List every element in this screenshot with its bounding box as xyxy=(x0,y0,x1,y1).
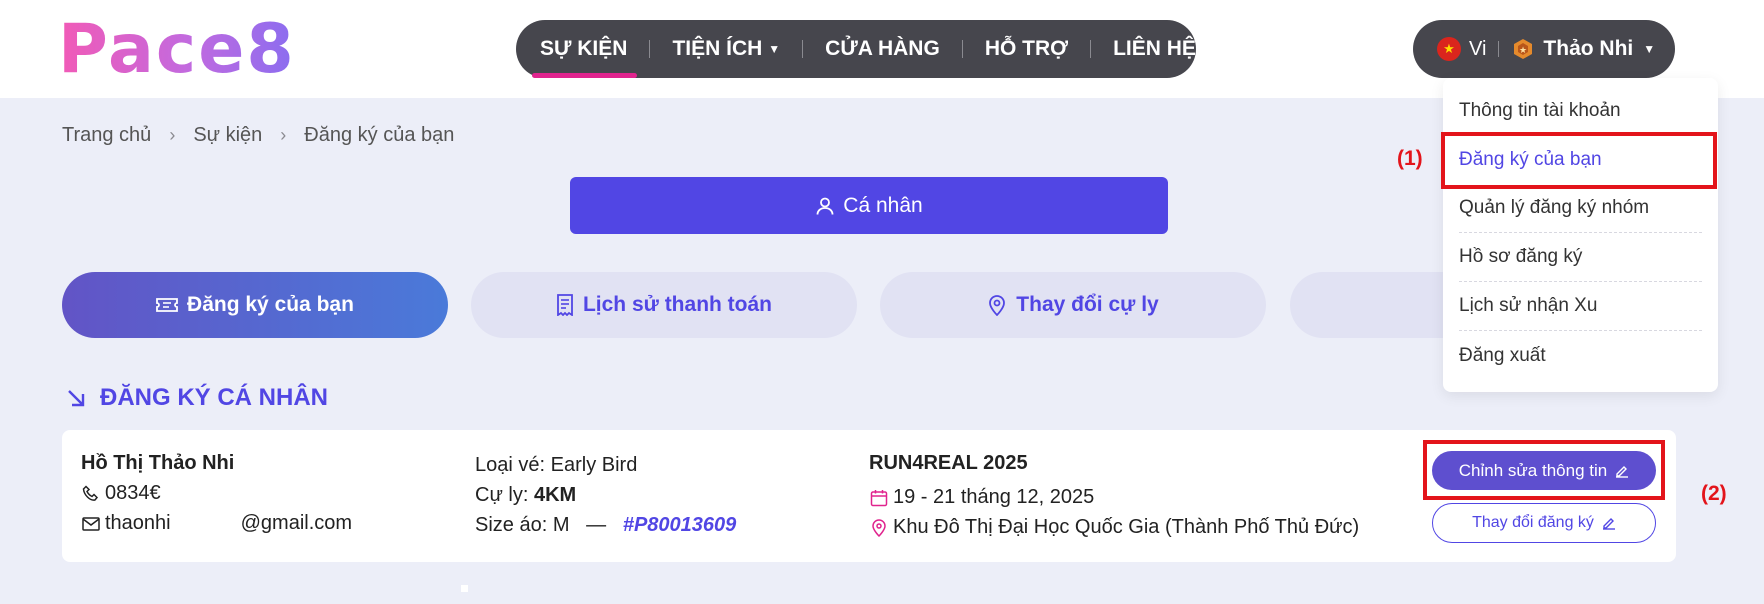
calendar-icon xyxy=(870,489,888,506)
user-dropdown-menu: Thông tin tài khoản Đăng ký của bạn Quản… xyxy=(1443,78,1718,392)
nav-label: HỖ TRỢ xyxy=(984,37,1069,60)
nav-divider xyxy=(961,40,963,58)
user-nav-divider xyxy=(1498,41,1500,57)
menu-item-group-registration[interactable]: Quản lý đăng ký nhóm xyxy=(1459,184,1702,233)
nav-label: SỰ KIỆN xyxy=(540,37,628,60)
nav-su-kien[interactable]: SỰ KIỆN xyxy=(531,37,638,78)
nav-divider xyxy=(802,40,804,58)
ticket-type-label: Loại vé: xyxy=(475,454,546,476)
email-row: thaonhi @gmail.com xyxy=(81,512,352,535)
nav-label: TIỆN ÍCH xyxy=(672,37,763,60)
breadcrumb-current: Đăng ký của bạn xyxy=(304,124,455,146)
event-location-row: Khu Đô Thị Đại Học Quốc Gia (Thành Phố T… xyxy=(869,516,1359,539)
user-icon xyxy=(816,197,834,215)
section-title: ĐĂNG KÝ CÁ NHÂN xyxy=(66,384,328,412)
ticket-code: #P80013609 xyxy=(622,514,737,536)
mail-icon xyxy=(82,516,100,531)
size-label: Size áo: xyxy=(475,514,548,536)
user-rank-badge-icon: ★ xyxy=(1511,37,1535,61)
pencil-icon xyxy=(1602,518,1615,530)
chevron-right-icon: › xyxy=(280,125,287,145)
arrow-down-right-icon xyxy=(68,390,85,407)
user-nav: ★ Vi ★ Thảo Nhi ▼ xyxy=(1413,20,1675,78)
size-value: M xyxy=(552,514,570,536)
chevron-right-icon: › xyxy=(169,125,176,145)
personal-button[interactable]: Cá nhân xyxy=(570,177,1168,234)
size-dash: — xyxy=(586,514,607,536)
tab-label: Đăng ký của bạn xyxy=(187,293,354,316)
breadcrumb-events[interactable]: Sự kiện xyxy=(193,124,262,147)
map-pin-icon xyxy=(872,518,886,537)
tab-label: Thay đổi cự ly xyxy=(1016,293,1159,316)
nav-divider xyxy=(1090,40,1092,58)
menu-item-xu-history[interactable]: Lịch sử nhận Xu xyxy=(1459,282,1702,331)
tab-label: Lịch sử thanh toán xyxy=(582,293,773,316)
annotation-1: (1) xyxy=(1397,147,1423,170)
language-selector[interactable]: Vi xyxy=(1469,38,1486,61)
ticket-type-row: Loại vé: Early Bird xyxy=(475,454,637,477)
location-icon xyxy=(989,295,1006,316)
email-prefix: thaonhi xyxy=(105,512,171,534)
pace8-logo[interactable]: Pace8 xyxy=(58,14,296,86)
chevron-down-icon: ▼ xyxy=(768,42,781,56)
size-row: Size áo: M — #P80013609 xyxy=(475,514,736,537)
event-name: RUN4REAL 2025 xyxy=(869,452,1028,474)
vietnam-flag-icon[interactable]: ★ xyxy=(1437,37,1461,61)
nav-lien-he[interactable]: LIÊN HỆ xyxy=(1113,37,1196,61)
distance-row: Cự ly: 4KM xyxy=(475,484,576,507)
nav-ho-tro[interactable]: HỖ TRỢ xyxy=(985,37,1068,61)
change-registration-label: Thay đổi đăng ký xyxy=(1472,514,1594,531)
tab-thay-doi-cu-ly[interactable]: Thay đổi cự ly xyxy=(880,272,1266,338)
event-location: Khu Đô Thị Đại Học Quốc Gia (Thành Phố T… xyxy=(893,516,1360,538)
ticket-type-value: Early Bird xyxy=(550,454,638,476)
phone-number: 0834€ xyxy=(105,482,161,504)
receipt-icon xyxy=(557,294,573,316)
change-registration-button[interactable]: Thay đổi đăng ký xyxy=(1432,503,1656,543)
breadcrumb: Trang chủ › Sự kiện › Đăng ký của bạn xyxy=(62,124,454,147)
nav-cua-hang[interactable]: CỬA HÀNG xyxy=(825,37,940,61)
tab-lich-su-thanh-toan[interactable]: Lịch sử thanh toán xyxy=(471,272,857,338)
nav-label: LIÊN HỆ xyxy=(1113,37,1196,60)
phone-row: 0834€ xyxy=(81,482,161,505)
highlight-box-2 xyxy=(1423,440,1665,500)
ticket-icon xyxy=(156,298,178,312)
tab-dang-ky-cua-ban[interactable]: Đăng ký của bạn xyxy=(62,272,448,338)
menu-item-registration-profile[interactable]: Hồ sơ đăng ký xyxy=(1459,233,1702,282)
email-suffix: @gmail.com xyxy=(240,512,353,534)
menu-item-logout[interactable]: Đăng xuất xyxy=(1459,331,1702,380)
registrant-name: Hồ Thị Thảo Nhi xyxy=(81,452,235,474)
event-date-row: 19 - 21 tháng 12, 2025 xyxy=(869,486,1094,509)
menu-item-account-info[interactable]: Thông tin tài khoản xyxy=(1459,86,1702,135)
annotation-2: (2) xyxy=(1701,482,1727,505)
personal-button-label: Cá nhân xyxy=(843,193,923,217)
pagination-dot xyxy=(461,585,468,592)
main-nav: SỰ KIỆN TIỆN ÍCH ▼ CỬA HÀNG HỖ TRỢ LIÊN H… xyxy=(516,20,1196,78)
breadcrumb-home[interactable]: Trang chủ xyxy=(62,124,151,147)
nav-tien-ich[interactable]: TIỆN ÍCH ▼ xyxy=(672,37,780,61)
section-title-text: ĐĂNG KÝ CÁ NHÂN xyxy=(100,384,328,411)
highlight-box-1 xyxy=(1441,132,1717,189)
distance-value: 4KM xyxy=(533,484,577,506)
chevron-down-icon[interactable]: ▼ xyxy=(1643,42,1655,56)
user-menu-toggle[interactable]: Thảo Nhi xyxy=(1543,37,1633,61)
phone-icon xyxy=(82,485,99,501)
distance-label: Cự ly: xyxy=(475,484,529,506)
nav-label: CỬA HÀNG xyxy=(825,37,940,60)
svg-text:★: ★ xyxy=(1519,46,1527,56)
event-date: 19 - 21 tháng 12, 2025 xyxy=(893,486,1095,508)
nav-divider xyxy=(649,40,651,58)
